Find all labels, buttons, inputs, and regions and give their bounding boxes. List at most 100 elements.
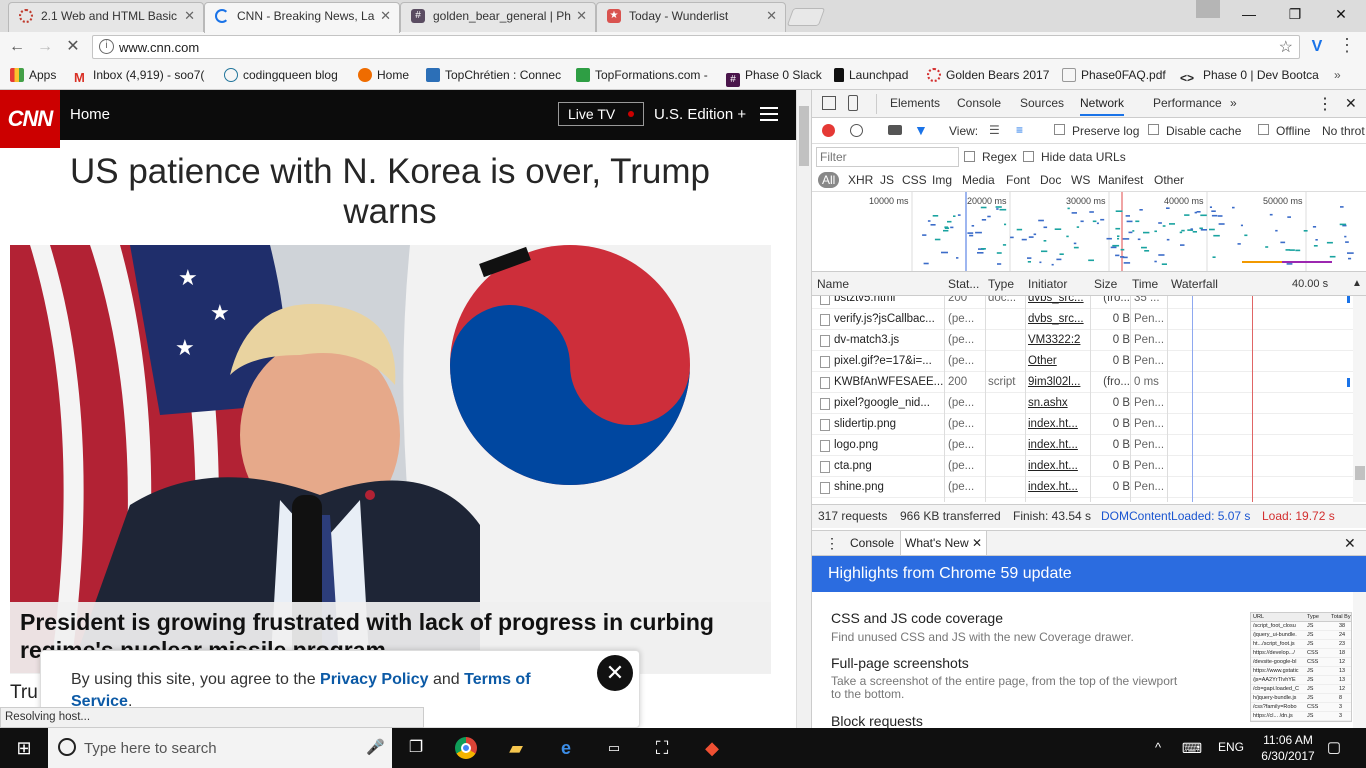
minimize-button[interactable]: — — [1226, 0, 1272, 28]
type-other[interactable]: Other — [1154, 173, 1184, 187]
filter-icon[interactable]: ▼ — [914, 122, 928, 138]
microphone-icon[interactable]: 🎤 — [366, 738, 385, 756]
info-icon[interactable]: i — [99, 39, 114, 54]
type-media[interactable]: Media — [962, 173, 995, 187]
hide-data-urls-checkbox[interactable] — [1023, 151, 1034, 162]
close-tab-icon[interactable]: ✕ — [766, 3, 777, 29]
cell-initiator[interactable]: index.ht... — [1028, 456, 1088, 477]
inspect-icon[interactable] — [822, 96, 836, 110]
offline-checkbox[interactable] — [1258, 124, 1269, 135]
tab-network[interactable]: Network — [1080, 96, 1125, 116]
scrollbar-thumb[interactable] — [799, 106, 809, 166]
menu-icon[interactable]: ⋮ — [1336, 36, 1358, 58]
cell-initiator[interactable]: dvbs_src... — [1028, 296, 1088, 309]
cell-initiator[interactable]: index.ht... — [1028, 414, 1088, 435]
live-tv-button[interactable]: Live TV — [558, 102, 644, 126]
throttling-select[interactable]: No throt — [1322, 124, 1365, 138]
network-request-row[interactable]: pixel?google_nid... (pe... sn.ashx 0 B Pen..… — [812, 393, 1366, 414]
close-tab-icon[interactable]: ✕ — [380, 3, 391, 29]
feature-title[interactable]: Block requests — [831, 713, 923, 728]
terminal-icon[interactable]: ▭ — [600, 734, 628, 762]
devtools-menu-icon[interactable]: ⋮ — [1317, 94, 1333, 114]
back-icon[interactable]: ← — [6, 36, 28, 58]
type-ws[interactable]: WS — [1071, 173, 1090, 187]
drawer-tab-console[interactable]: Console — [850, 531, 894, 555]
close-drawer-tab-icon[interactable]: ✕ — [972, 536, 982, 550]
bookmark-apps[interactable]: Apps — [10, 68, 56, 82]
page-headline[interactable]: US patience with N. Korea is over, Trump… — [20, 152, 760, 232]
cell-initiator[interactable]: VM3322:2 — [1028, 330, 1088, 351]
bookmark-phase0-slack[interactable]: # Phase 0 Slack — [726, 68, 822, 87]
preserve-log-checkbox[interactable] — [1054, 124, 1065, 135]
page-scrollbar[interactable] — [796, 90, 811, 728]
network-request-row[interactable]: dv-match3.js (pe... VM3322:2 0 B Pen... — [812, 330, 1366, 351]
type-js[interactable]: JS — [880, 173, 894, 187]
table-scrollbar[interactable] — [1353, 296, 1366, 502]
bookmark-topformations[interactable]: TopFormations.com - — [576, 68, 708, 82]
bookmark-topchretien[interactable]: TopChrétien : Connec — [426, 68, 561, 82]
tab-elements[interactable]: Elements — [890, 96, 940, 110]
col-size[interactable]: Size — [1094, 272, 1117, 296]
cell-initiator[interactable]: dvbs_src... — [1028, 309, 1088, 330]
stop-icon[interactable]: ✕ — [62, 36, 84, 58]
close-tab-icon[interactable]: ✕ — [576, 3, 587, 29]
type-all[interactable]: All — [818, 172, 840, 188]
cell-initiator[interactable]: sn.ashx — [1028, 393, 1088, 414]
bookmark-home[interactable]: Home — [358, 68, 409, 82]
bookmark-codingqueen[interactable]: codingqueen blog — [224, 68, 338, 82]
tab-golden-bear[interactable]: # golden_bear_general | Ph ✕ — [400, 2, 596, 32]
profile-icon[interactable] — [1196, 0, 1220, 18]
col-initiator[interactable]: Initiator — [1028, 272, 1067, 296]
clear-icon[interactable] — [850, 124, 863, 137]
bookmark-launchpad[interactable]: Launchpad — [834, 68, 908, 82]
cnn-logo[interactable]: CNN — [0, 90, 60, 148]
col-time[interactable]: Time — [1132, 272, 1158, 296]
close-devtools-icon[interactable]: ✕ — [1345, 95, 1357, 112]
close-window-button[interactable]: ✕ — [1318, 0, 1364, 28]
extension-icon[interactable]: V — [1306, 36, 1328, 58]
drawer-tab-whats-new[interactable]: What's New ✕ — [900, 531, 988, 555]
feature-title[interactable]: CSS and JS code coverage — [831, 610, 1003, 626]
large-rows-icon[interactable]: ☰ — [989, 123, 1000, 137]
cell-initiator[interactable]: index.ht... — [1028, 477, 1088, 498]
language-indicator[interactable]: ENG — [1218, 740, 1244, 754]
clock[interactable]: 11:06 AM 6/30/2017 — [1254, 732, 1322, 764]
tab-sources[interactable]: Sources — [1020, 96, 1064, 110]
close-tab-icon[interactable]: ✕ — [184, 3, 195, 29]
network-request-row[interactable]: verify.js?jsCallbac... (pe... dvbs_src... 0… — [812, 309, 1366, 330]
file-explorer-icon[interactable]: ▰ — [502, 734, 530, 762]
col-waterfall[interactable]: Waterfall — [1171, 272, 1218, 296]
bookmark-star-icon[interactable]: ☆ — [1279, 37, 1293, 57]
capture-screenshots-icon[interactable] — [888, 125, 902, 135]
network-request-row[interactable]: slidertip.png (pe... index.ht... 0 B Pen... — [812, 414, 1366, 435]
edge-icon[interactable]: e — [552, 734, 580, 762]
tab-wunderlist[interactable]: ★ Today - Wunderlist ✕ — [596, 2, 786, 32]
new-tab-button[interactable] — [786, 8, 826, 26]
forward-icon[interactable]: → — [34, 36, 56, 58]
device-toolbar-icon[interactable] — [848, 95, 858, 111]
taskbar-search[interactable]: Type here to search 🎤 — [48, 728, 392, 768]
regex-checkbox[interactable] — [964, 151, 975, 162]
tab-web-html-basic[interactable]: 2.1 Web and HTML Basic ✕ — [8, 2, 204, 32]
bookmark-golden-bears[interactable]: Golden Bears 2017 — [927, 68, 1049, 82]
tab-cnn[interactable]: CNN - Breaking News, La ✕ — [204, 2, 400, 33]
cell-initiator[interactable]: Other — [1028, 351, 1088, 372]
maximize-button[interactable]: ❐ — [1272, 0, 1318, 28]
type-doc[interactable]: Doc — [1040, 173, 1061, 187]
network-request-row[interactable]: cta.png (pe... index.ht... 0 B Pen... — [812, 456, 1366, 477]
privacy-policy-link[interactable]: Privacy Policy — [320, 671, 429, 688]
nav-home-link[interactable]: Home — [70, 106, 110, 123]
store-icon[interactable]: ⛶ — [648, 734, 676, 762]
more-panels-icon[interactable]: » — [1230, 96, 1237, 110]
record-icon[interactable] — [822, 124, 835, 137]
network-request-row[interactable]: pixel.gif?e=17&i=... (pe... Other 0 B Pen... — [812, 351, 1366, 372]
disable-cache-checkbox[interactable] — [1148, 124, 1159, 135]
network-request-row[interactable]: logo.png (pe... index.ht... 0 B Pen... — [812, 435, 1366, 456]
action-center-icon[interactable]: ▢ — [1320, 734, 1348, 762]
drawer-menu-icon[interactable]: ⋮ — [825, 531, 839, 555]
hamburger-menu-icon[interactable] — [760, 107, 778, 121]
type-img[interactable]: Img — [932, 173, 952, 187]
waterfall-icon[interactable]: ≡ — [1016, 123, 1023, 137]
close-cookie-icon[interactable]: ✕ — [597, 655, 633, 691]
bookmark-phase0-dev[interactable]: <> Phase 0 | Dev Bootca — [1180, 68, 1319, 85]
